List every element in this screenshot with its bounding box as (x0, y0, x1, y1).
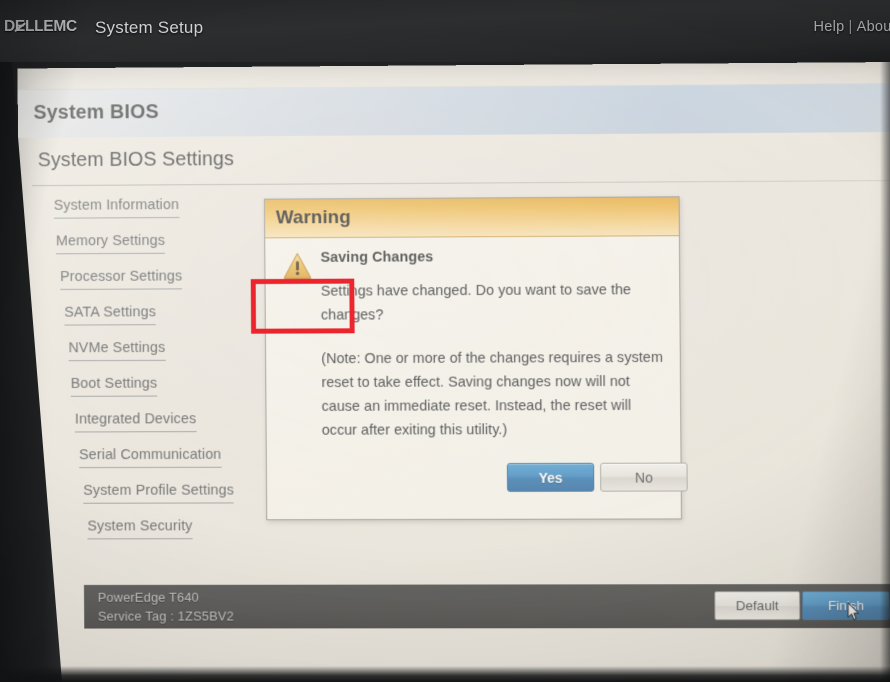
dell-emc-logo: D E LL EMC (4, 18, 77, 36)
logo-text-emc: EMC (43, 18, 77, 35)
logo-text-ll: LL (24, 18, 44, 35)
sidebar-item-processor-settings[interactable]: Processor Settings (48, 269, 269, 306)
logo-text-d: D (4, 18, 15, 35)
logo-slashed-e-icon: E (14, 18, 25, 35)
finish-button[interactable]: Finish (802, 591, 890, 621)
sidebar-item-memory-settings[interactable]: Memory Settings (48, 233, 269, 270)
warning-triangle-icon (283, 252, 312, 279)
sidebar-item-integrated-devices[interactable]: Integrated Devices (49, 411, 270, 448)
link-separator: | (848, 19, 853, 35)
sidebar-item-label: Integrated Devices (75, 411, 197, 433)
help-link[interactable]: Help (813, 19, 844, 35)
dialog-note: (Note: One or more of the changes requir… (321, 349, 664, 439)
server-model-label: PowerEdge T640 (97, 589, 200, 605)
sidebar-item-label: System Profile Settings (83, 483, 235, 504)
sidebar-item-label: Boot Settings (71, 376, 158, 397)
bios-panel: System BIOS System BIOS Settings System … (17, 62, 890, 682)
bios-content-area: System BIOS System BIOS Settings System … (0, 62, 890, 682)
no-button[interactable]: No (600, 462, 688, 492)
system-setup-screen-photo: DELLEMC System Setup Help|About System B… (0, 0, 890, 682)
title-divider (32, 180, 890, 187)
sidebar-item-label: NVMe Settings (68, 340, 166, 362)
service-tag-label: Service Tag : 1ZS5BV2 (97, 608, 234, 624)
default-button[interactable]: Default (714, 591, 801, 621)
sidebar-item-label: System Security (87, 518, 193, 540)
sidebar-item-system-security[interactable]: System Security (50, 518, 271, 555)
sidebar-item-label: Processor Settings (60, 269, 183, 290)
sidebar-item-serial-communication[interactable]: Serial Communication (50, 447, 271, 484)
yes-button[interactable]: Yes (506, 462, 595, 492)
page-title: System BIOS Settings (37, 148, 235, 172)
about-link[interactable]: About (857, 19, 890, 35)
sidebar-item-label: System Information (54, 197, 180, 219)
warning-dialog: Warning Saving Changes Settings have cha… (263, 196, 688, 521)
top-menu-bar: DELLEMC System Setup Help|About (0, 0, 890, 62)
dialog-title-bar: Warning (264, 197, 679, 239)
dialog-title: Warning (275, 207, 351, 229)
settings-nav-list: System Information Memory Settings Proce… (48, 197, 272, 556)
bios-header-title: System BIOS (33, 101, 159, 124)
sidebar-item-system-profile-settings[interactable]: System Profile Settings (50, 483, 271, 520)
dialog-message: Settings have changed. Do you want to sa… (320, 282, 632, 324)
sidebar-item-sata-settings[interactable]: SATA Settings (49, 304, 270, 342)
dialog-body: Saving Changes Settings have changed. Do… (265, 236, 688, 520)
app-title: System Setup (95, 18, 204, 37)
sidebar-item-system-information[interactable]: System Information (48, 197, 269, 235)
sidebar-item-boot-settings[interactable]: Boot Settings (49, 376, 270, 412)
bios-header-bar: System BIOS (17, 82, 890, 138)
sidebar-item-nvme-settings[interactable]: NVMe Settings (49, 340, 270, 378)
sidebar-item-label: Serial Communication (79, 447, 222, 469)
dialog-heading: Saving Changes (320, 249, 434, 266)
sidebar-item-label: Memory Settings (56, 233, 166, 255)
sidebar-item-label: SATA Settings (64, 304, 156, 326)
status-footer-bar: PowerEdge T640 Service Tag : 1ZS5BV2 Def… (83, 584, 890, 629)
topbar-links: Help|About (813, 19, 890, 35)
